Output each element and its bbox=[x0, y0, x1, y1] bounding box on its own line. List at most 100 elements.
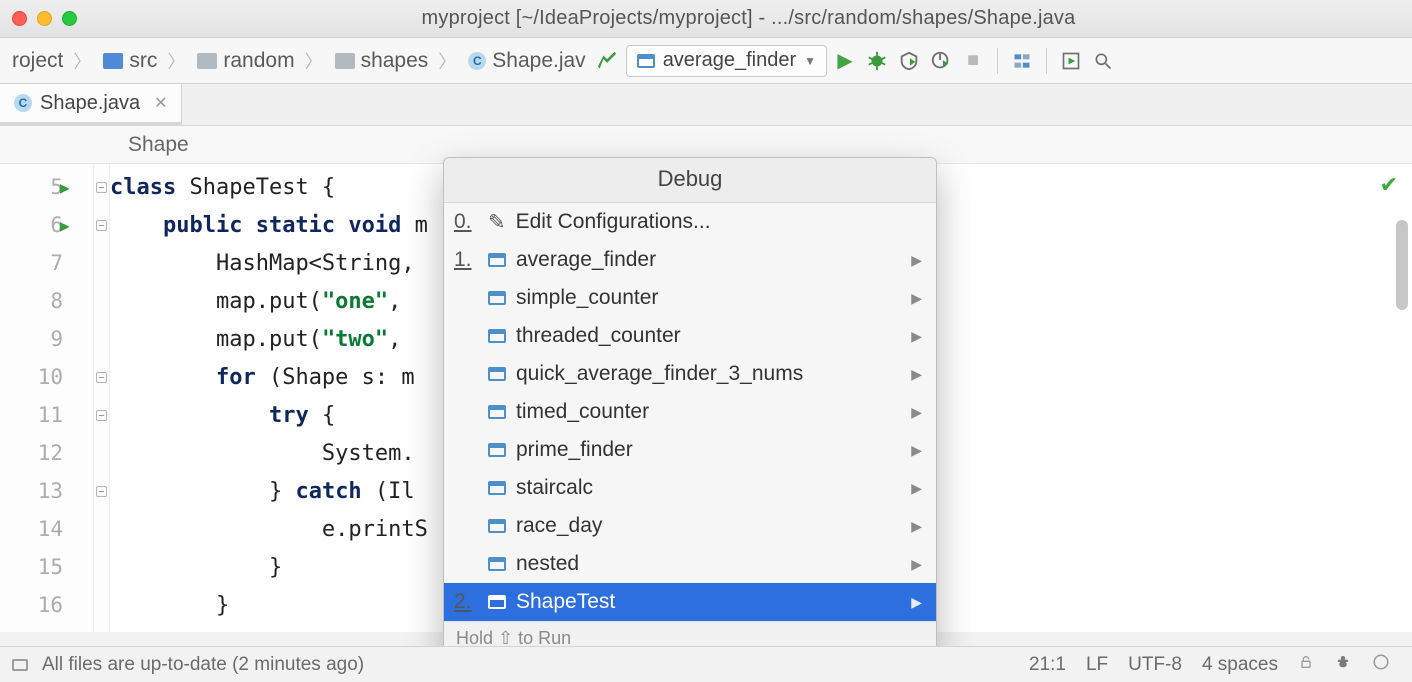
close-tab-icon[interactable]: ✕ bbox=[154, 93, 167, 113]
debug-config-item[interactable]: timed_counter▶ bbox=[444, 393, 936, 431]
line-number[interactable]: 13 bbox=[0, 472, 93, 510]
stop-button[interactable]: ■ bbox=[959, 47, 987, 75]
line-number[interactable]: 15 bbox=[0, 548, 93, 586]
navigation-breadcrumb: roject〉 src〉 random〉 shapes〉 C Shape.jav bbox=[8, 46, 590, 76]
caret-position[interactable]: 21:1 bbox=[1029, 654, 1066, 676]
fold-toggle-icon[interactable] bbox=[96, 182, 107, 193]
breadcrumb-random[interactable]: random〉 bbox=[193, 46, 330, 76]
debug-config-item[interactable]: nested▶ bbox=[444, 545, 936, 583]
submenu-arrow-icon: ▶ bbox=[911, 328, 922, 345]
fold-cell bbox=[94, 548, 109, 586]
editor-tabs: C Shape.java ✕ bbox=[0, 84, 1412, 126]
breadcrumb-label: Shape.jav bbox=[492, 49, 585, 73]
run-button[interactable]: ▶ bbox=[831, 47, 859, 75]
run-gutter-icon[interactable]: ▶ bbox=[60, 178, 70, 197]
java-class-icon: C bbox=[14, 94, 32, 112]
application-icon bbox=[488, 329, 506, 343]
run-gutter-icon[interactable]: ▶ bbox=[60, 216, 70, 235]
pencil-icon: ✎ bbox=[488, 210, 506, 235]
fold-cell bbox=[94, 168, 109, 206]
search-everywhere-button[interactable] bbox=[1089, 47, 1117, 75]
submenu-arrow-icon: ▶ bbox=[911, 366, 922, 383]
submenu-arrow-icon: ▶ bbox=[911, 252, 922, 269]
tool-window-toggle-icon[interactable] bbox=[12, 659, 28, 671]
zoom-window-button[interactable] bbox=[62, 11, 77, 26]
submenu-arrow-icon: ▶ bbox=[911, 442, 922, 459]
file-encoding[interactable]: UTF-8 bbox=[1128, 654, 1182, 676]
line-number[interactable]: 16 bbox=[0, 586, 93, 624]
breadcrumb-file[interactable]: C Shape.jav bbox=[464, 47, 589, 75]
debug-config-item[interactable]: prime_finder▶ bbox=[444, 431, 936, 469]
line-number[interactable]: 10 bbox=[0, 358, 93, 396]
item-label: threaded_counter bbox=[516, 324, 681, 348]
line-number[interactable]: 5▶ bbox=[0, 168, 93, 206]
chevron-down-icon: ▼ bbox=[804, 54, 816, 68]
line-number[interactable]: 12 bbox=[0, 434, 93, 472]
debug-config-item[interactable]: race_day ▶ bbox=[444, 507, 936, 545]
fold-cell bbox=[94, 510, 109, 548]
fold-cell bbox=[94, 358, 109, 396]
debug-config-item[interactable]: 2.ShapeTest▶ bbox=[444, 583, 936, 621]
tab-shape-java[interactable]: C Shape.java ✕ bbox=[0, 84, 182, 125]
popup-title: Debug bbox=[444, 158, 936, 203]
fold-toggle-icon[interactable] bbox=[96, 220, 107, 231]
submenu-arrow-icon: ▶ bbox=[911, 290, 922, 307]
breadcrumb-shapes[interactable]: shapes〉 bbox=[331, 46, 465, 76]
build-button[interactable] bbox=[594, 47, 622, 75]
java-class-icon: C bbox=[468, 52, 486, 70]
run-configuration-selector[interactable]: average_finder ▼ bbox=[626, 45, 827, 77]
line-number[interactable]: 9 bbox=[0, 320, 93, 358]
debug-button[interactable] bbox=[863, 47, 891, 75]
debug-config-item[interactable]: threaded_counter ▶ bbox=[444, 317, 936, 355]
line-number[interactable]: 8 bbox=[0, 282, 93, 320]
application-icon bbox=[637, 54, 655, 68]
line-number[interactable]: 7 bbox=[0, 244, 93, 282]
line-separator[interactable]: LF bbox=[1086, 654, 1108, 676]
item-label: race_day bbox=[516, 514, 602, 538]
line-number[interactable]: 14 bbox=[0, 510, 93, 548]
submenu-arrow-icon: ▶ bbox=[911, 518, 922, 535]
application-icon bbox=[488, 443, 506, 457]
breadcrumb-project[interactable]: roject〉 bbox=[8, 46, 99, 76]
toolbar-divider bbox=[1046, 48, 1047, 74]
memory-indicator-icon[interactable] bbox=[1372, 653, 1390, 677]
readonly-lock-icon[interactable] bbox=[1298, 654, 1314, 676]
fold-cell bbox=[94, 244, 109, 282]
debug-config-item[interactable]: staircalc▶ bbox=[444, 469, 936, 507]
fold-toggle-icon[interactable] bbox=[96, 486, 107, 497]
item-number: 0. bbox=[454, 210, 478, 234]
item-label: nested bbox=[516, 552, 579, 576]
project-structure-button[interactable] bbox=[1008, 47, 1036, 75]
indent-setting[interactable]: 4 spaces bbox=[1202, 654, 1278, 676]
inspection-ok-icon[interactable]: ✔ bbox=[1380, 172, 1398, 198]
profile-button[interactable] bbox=[927, 47, 955, 75]
item-number: 2. bbox=[454, 590, 478, 614]
coverage-button[interactable] bbox=[895, 47, 923, 75]
line-number-gutter[interactable]: 5▶6▶78910111213141516 bbox=[0, 164, 94, 632]
fold-cell bbox=[94, 206, 109, 244]
breadcrumb-src[interactable]: src〉 bbox=[99, 46, 193, 76]
fold-toggle-icon[interactable] bbox=[96, 372, 107, 383]
debug-config-item[interactable]: 1.average_finder▶ bbox=[444, 241, 936, 279]
application-icon bbox=[488, 367, 506, 381]
fold-toggle-icon[interactable] bbox=[96, 410, 107, 421]
debug-config-item[interactable]: quick_average_finder_3_nums▶ bbox=[444, 355, 936, 393]
fold-cell bbox=[94, 434, 109, 472]
line-number[interactable]: 11 bbox=[0, 396, 93, 434]
debug-config-item[interactable]: simple_counter▶ bbox=[444, 279, 936, 317]
edit-configurations-item[interactable]: 0. ✎ Edit Configurations... bbox=[444, 203, 936, 241]
item-number: 1. bbox=[454, 248, 478, 272]
line-number[interactable]: 6▶ bbox=[0, 206, 93, 244]
sdk-button[interactable] bbox=[1057, 47, 1085, 75]
application-icon bbox=[488, 253, 506, 267]
tab-label: Shape.java bbox=[40, 92, 140, 115]
fold-cell bbox=[94, 472, 109, 510]
fold-column[interactable] bbox=[94, 164, 110, 632]
inspector-icon[interactable] bbox=[1334, 653, 1352, 677]
editor-breadcrumb-item[interactable]: Shape bbox=[128, 133, 189, 157]
scrollbar-thumb[interactable] bbox=[1396, 220, 1408, 310]
minimize-window-button[interactable] bbox=[37, 11, 52, 26]
close-window-button[interactable] bbox=[12, 11, 27, 26]
application-icon bbox=[488, 405, 506, 419]
status-message: All files are up-to-date (2 minutes ago) bbox=[42, 654, 364, 676]
